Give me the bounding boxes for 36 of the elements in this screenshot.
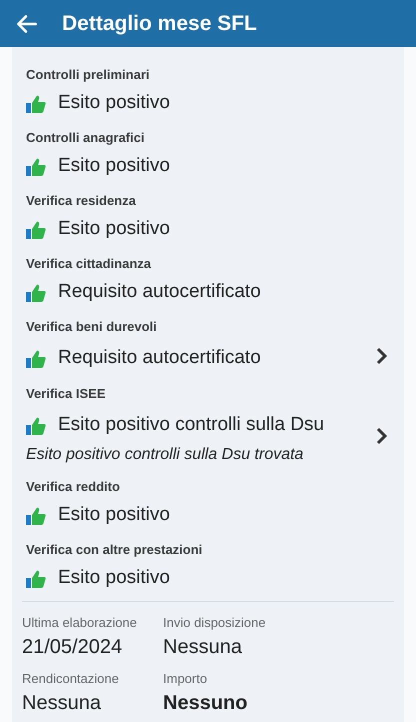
screen-title: Dettaglio mese SFL [62, 10, 257, 37]
result-note: Esito positivo controlli sulla Dsu trovata [26, 445, 304, 465]
thumbs-up-icon [26, 158, 46, 176]
thumbs-up-icon [26, 506, 46, 524]
thumbs-up-icon [26, 416, 46, 434]
check-label: Verifica con altre prestazioni [26, 541, 204, 558]
check-label: Verifica beni durevoli [26, 318, 158, 335]
field-value: Nessuno [163, 691, 248, 716]
field-value: Nessuna [163, 635, 243, 660]
field-label: Importo [163, 670, 208, 688]
check-result: Esito positivo [58, 91, 170, 116]
check-result: Esito positivo controlli sulla Dsu [58, 413, 324, 438]
check-result: Esito positivo [58, 154, 170, 178]
check-result: Esito positivo [58, 566, 170, 590]
check-label: Verifica cittadinanza [26, 255, 152, 272]
field-label: Invio disposizione [163, 614, 267, 632]
check-label: Controlli anagrafici [26, 129, 146, 146]
chevron-right-icon[interactable] [376, 426, 388, 444]
check-label: Verifica ISEE [26, 385, 106, 402]
check-result: Esito positivo [58, 503, 170, 528]
field-label: Rendicontazione [22, 670, 120, 688]
field-value: 21/05/2024 [22, 635, 124, 660]
field-label: Ultima elaborazione [22, 614, 138, 632]
chevron-right-icon[interactable] [376, 346, 388, 364]
thumbs-up-icon [26, 284, 46, 302]
check-label: Verifica reddito [26, 478, 121, 495]
thumbs-up-icon [26, 220, 46, 238]
thumbs-up-icon [26, 350, 46, 368]
check-result: Esito positivo [58, 217, 170, 242]
thumbs-up-icon [26, 94, 46, 112]
thumbs-up-icon [26, 570, 46, 588]
check-label: Controlli preliminari [26, 66, 151, 83]
check-result: Requisito autocertificato [58, 346, 261, 370]
field-value: Nessuna [22, 691, 102, 716]
check-label: Verifica residenza [26, 192, 137, 209]
check-result: Requisito autocertificato [58, 280, 261, 304]
